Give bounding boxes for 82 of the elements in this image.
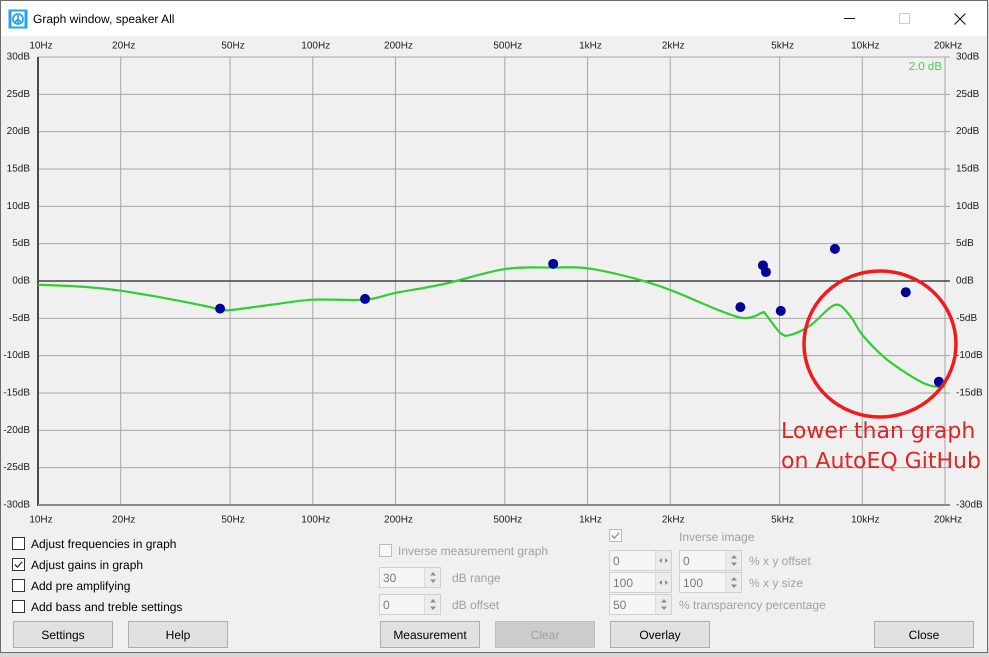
spin-box-label: dB offset	[452, 596, 500, 614]
x-axis-label: 5kHz	[771, 40, 794, 52]
dialog-button[interactable]: Overlay	[610, 621, 710, 648]
filter-point[interactable]	[760, 267, 771, 278]
x-axis-label: 50Hz	[221, 514, 245, 526]
window-title: Graph window, speaker All	[33, 10, 174, 28]
x-axis-label: 1kHz	[579, 40, 602, 52]
dialog-button[interactable]: Measurement	[380, 621, 480, 648]
filter-point[interactable]	[735, 302, 746, 312]
x-axis-label: 10Hz	[29, 514, 53, 526]
y-axis-label: 15dB	[6, 164, 30, 174]
x-axis-label: 10Hz	[29, 40, 53, 52]
filter-point[interactable]	[776, 306, 786, 316]
y-axis-label: 25dB	[956, 88, 980, 100]
y-axis-label: 10dB	[956, 200, 980, 212]
checkbox-label[interactable]: Adjust gains in graph	[31, 556, 144, 574]
y-axis-label: 5dB	[12, 238, 30, 250]
y-axis-label: -15dB	[3, 388, 30, 398]
y-axis-label: 20dB	[956, 126, 980, 138]
checkbox-label[interactable]: Add pre amplifying	[31, 576, 130, 594]
filter-point[interactable]	[548, 258, 558, 269]
close-icon	[954, 12, 966, 24]
dialog-button[interactable]: Settings	[13, 621, 113, 648]
checkbox[interactable]	[12, 537, 25, 550]
spin-box-label: % x y size	[749, 574, 804, 592]
x-axis-label: 10kHz	[851, 40, 880, 52]
x-axis-label: 200Hz	[384, 514, 413, 526]
y-axis-label: -10dB	[956, 350, 983, 362]
spin-box-label: % transparency percentage	[679, 596, 826, 614]
y-axis-label: -5dB	[956, 312, 978, 324]
y-axis-label: 30dB	[956, 52, 980, 62]
x-axis-label: 10kHz	[851, 514, 880, 526]
y-axis-label: -5dB	[8, 312, 30, 324]
x-axis-label: 100Hz	[301, 514, 330, 526]
gain-readout: 2.0 dB	[908, 61, 942, 73]
y-axis-label: -20dB	[3, 424, 30, 436]
minimize-icon	[844, 18, 855, 19]
checkbox[interactable]	[12, 600, 25, 613]
checkbox[interactable]	[12, 579, 25, 592]
y-axis-label: -10dB	[3, 350, 30, 362]
x-axis-label: 20Hz	[112, 40, 136, 52]
app-logo-icon	[8, 8, 28, 28]
y-axis-label: 25dB	[6, 88, 30, 100]
spin-box-label: dB range	[452, 570, 501, 586]
x-axis-label: 500Hz	[493, 514, 522, 526]
dialog-button[interactable]: Help	[128, 621, 228, 648]
y-axis-label: -30dB	[3, 500, 30, 510]
filter-point[interactable]	[900, 287, 911, 298]
x-axis-label: 2kHz	[662, 40, 685, 52]
x-axis-label: 20kHz	[934, 514, 962, 526]
dialog-button[interactable]: Close	[874, 621, 974, 648]
y-axis-label: 30dB	[6, 52, 30, 62]
annotation-text: Lower than graph on AutoEQ GitHub	[781, 418, 982, 476]
y-axis-label: -30dB	[956, 500, 983, 510]
x-axis-label: 500Hz	[493, 40, 522, 52]
x-axis-label: 1kHz	[579, 514, 602, 526]
x-axis-label: 20kHz	[934, 40, 962, 52]
x-axis-label: 5kHz	[771, 514, 794, 526]
x-axis-label: 2kHz	[662, 514, 685, 526]
y-axis-label: 0dB	[12, 276, 30, 286]
y-axis-label: -25dB	[3, 462, 30, 474]
maximize-icon	[899, 13, 910, 24]
filter-point[interactable]	[360, 294, 370, 304]
x-axis-label: 100Hz	[301, 40, 330, 52]
checkbox[interactable]	[12, 558, 25, 571]
y-axis-label: 15dB	[956, 164, 980, 174]
checkbox-label[interactable]: Adjust frequencies in graph	[31, 534, 176, 552]
spin-box-label: % x y offset	[749, 552, 811, 570]
filter-point[interactable]	[830, 244, 840, 254]
x-axis-label: 50Hz	[221, 40, 245, 52]
checkmark-icon	[611, 532, 620, 539]
y-axis-label: 20dB	[6, 126, 30, 138]
y-axis-label: -15dB	[956, 388, 983, 398]
y-axis-label: 0dB	[956, 276, 974, 286]
y-axis-label: 10dB	[6, 200, 30, 212]
y-axis-label: 5dB	[956, 238, 974, 250]
checkmark-icon	[14, 561, 23, 568]
x-axis-label: 200Hz	[384, 40, 413, 52]
filter-point[interactable]	[215, 304, 226, 314]
checkbox-label[interactable]: Add bass and treble settings	[31, 598, 182, 616]
filter-point[interactable]	[934, 376, 944, 387]
x-axis-label: 20Hz	[112, 514, 136, 526]
